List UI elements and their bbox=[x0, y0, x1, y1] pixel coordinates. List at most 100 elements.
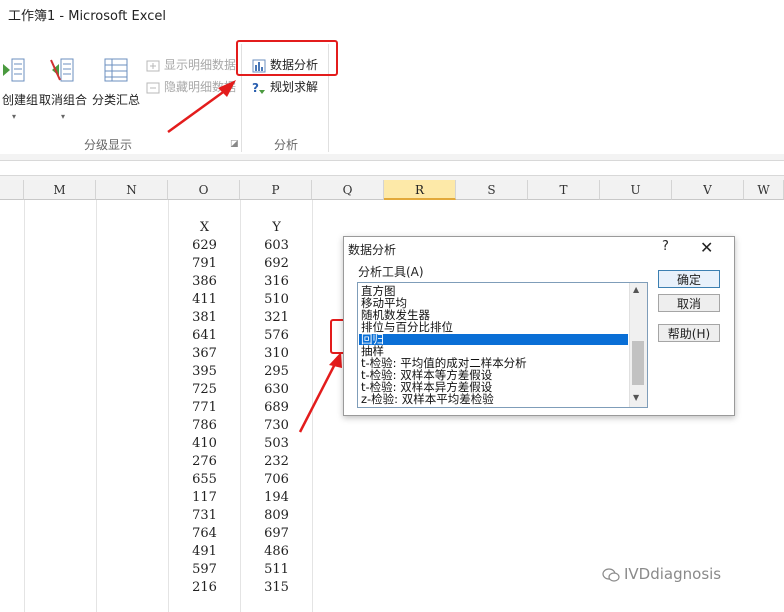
cell-x-value[interactable]: 276 bbox=[169, 453, 240, 471]
solver-label: 规划求解 bbox=[270, 80, 319, 94]
cell-x-value[interactable]: 786 bbox=[169, 417, 240, 435]
formula-bar-area bbox=[0, 154, 784, 180]
hide-detail-button[interactable]: 隐藏明细数据 bbox=[146, 78, 236, 96]
group-button[interactable]: 创建组 ▾ bbox=[0, 56, 38, 121]
column-header-r[interactable]: R bbox=[384, 180, 456, 200]
hide-detail-label: 隐藏明细数据 bbox=[164, 80, 237, 94]
ungroup-label: 取消组合 bbox=[38, 93, 87, 107]
help-icon[interactable]: ? bbox=[662, 239, 669, 254]
cell-y-value[interactable]: 321 bbox=[241, 309, 312, 327]
chevron-down-icon: ▾ bbox=[11, 112, 16, 121]
column-header-v[interactable]: V bbox=[672, 180, 744, 200]
analysis-group-label: 分析 bbox=[274, 138, 299, 152]
cell-x-value[interactable]: 216 bbox=[169, 579, 240, 597]
hide-detail-icon bbox=[146, 82, 160, 93]
cell-y-value[interactable]: 730 bbox=[241, 417, 312, 435]
cell-x-value[interactable]: 629 bbox=[169, 237, 240, 255]
group-label: 创建组 bbox=[1, 93, 38, 107]
cell-y-value[interactable]: 689 bbox=[241, 399, 312, 417]
cell-x-value[interactable]: 395 bbox=[169, 363, 240, 381]
column-header-n[interactable]: N bbox=[96, 180, 168, 200]
data-analysis-dialog: 数据分析 ? ✕ 分析工具(A) 直方图 移动平均 随机数发生器 排位与百分比排… bbox=[343, 236, 735, 416]
subtotal-icon bbox=[104, 58, 128, 82]
ribbon: 创建组 ▾ 取消组合 ▾ 分类汇总 显示明细数据 隐藏明细数据 分级显示 ◪ 数… bbox=[0, 36, 784, 155]
window-title: 工作簿1 - Microsoft Excel bbox=[8, 9, 166, 24]
title-bar: 工作簿1 - Microsoft Excel bbox=[0, 0, 784, 36]
cell-y-value[interactable]: 697 bbox=[241, 525, 312, 543]
column-header-w[interactable]: W bbox=[744, 180, 784, 200]
cell-x-value[interactable]: 367 bbox=[169, 345, 240, 363]
column-header-s[interactable]: S bbox=[456, 180, 528, 200]
cell-y-value[interactable]: 486 bbox=[241, 543, 312, 561]
cell-x-value[interactable]: 597 bbox=[169, 561, 240, 579]
dialog-launcher-icon[interactable]: ◪ bbox=[230, 139, 239, 149]
cell-x-value[interactable]: 381 bbox=[169, 309, 240, 327]
cell-x-value[interactable]: 791 bbox=[169, 255, 240, 273]
svg-text:?: ? bbox=[252, 81, 259, 95]
cell-x-value[interactable]: 410 bbox=[169, 435, 240, 453]
scroll-up-icon[interactable]: ▲ bbox=[633, 285, 639, 294]
cell-y-value[interactable]: 503 bbox=[241, 435, 312, 453]
cell-y-value[interactable]: 194 bbox=[241, 489, 312, 507]
column-header-u[interactable]: U bbox=[600, 180, 672, 200]
show-detail-label: 显示明细数据 bbox=[164, 58, 237, 72]
cell-x-value[interactable]: 764 bbox=[169, 525, 240, 543]
solver-icon: ? bbox=[252, 81, 265, 95]
cell-y-value[interactable]: 315 bbox=[241, 579, 312, 597]
analysis-tools-list[interactable]: 直方图 移动平均 随机数发生器 排位与百分比排位 回归 抽样 t-检验: 平均值… bbox=[357, 282, 648, 408]
cell-y-value[interactable]: 316 bbox=[241, 273, 312, 291]
cell-y-value[interactable]: 692 bbox=[241, 255, 312, 273]
gridline bbox=[312, 200, 313, 612]
cancel-button[interactable]: 取消 bbox=[658, 294, 720, 312]
column-header-q[interactable]: Q bbox=[312, 180, 384, 200]
cell-x-value[interactable]: 771 bbox=[169, 399, 240, 417]
column-header-p[interactable]: P bbox=[240, 180, 312, 200]
watermark-text: IVDdiagnosis bbox=[624, 565, 722, 583]
cell-y-value[interactable]: 630 bbox=[241, 381, 312, 399]
cell-y-value[interactable]: 510 bbox=[241, 291, 312, 309]
analysis-tools-label: 分析工具(A) bbox=[358, 265, 424, 279]
cell-x-value[interactable]: 491 bbox=[169, 543, 240, 561]
ungroup-button[interactable]: 取消组合 ▾ bbox=[38, 56, 88, 121]
cell-x-value[interactable]: 117 bbox=[169, 489, 240, 507]
cell-y-value[interactable]: 603 bbox=[241, 237, 312, 255]
data-analysis-callout bbox=[236, 40, 338, 76]
formula-bar[interactable] bbox=[0, 160, 784, 176]
cell-y-value[interactable]: 310 bbox=[241, 345, 312, 363]
subtotal-button[interactable]: 分类汇总 bbox=[90, 56, 142, 108]
scroll-thumb[interactable] bbox=[632, 341, 644, 385]
cell-x-value[interactable]: 725 bbox=[169, 381, 240, 399]
cell-header-y[interactable]: Y bbox=[241, 219, 312, 237]
cell-y-value[interactable]: 232 bbox=[241, 453, 312, 471]
list-item[interactable]: z-检验: 双样本平均差检验 bbox=[361, 393, 494, 405]
arrowhead bbox=[329, 352, 342, 368]
cell-x-value[interactable]: 655 bbox=[169, 471, 240, 489]
gridline bbox=[24, 200, 25, 612]
column-header-m[interactable]: M bbox=[24, 180, 96, 200]
close-icon[interactable]: ✕ bbox=[700, 238, 713, 257]
scroll-down-icon[interactable]: ▼ bbox=[633, 393, 639, 402]
cell-y-value[interactable]: 706 bbox=[241, 471, 312, 489]
show-detail-icon bbox=[146, 60, 160, 71]
watermark: IVDdiagnosis bbox=[602, 565, 721, 583]
ok-button[interactable]: 确定 bbox=[658, 270, 720, 288]
cell-x-value[interactable]: 641 bbox=[169, 327, 240, 345]
cell-y-value[interactable]: 511 bbox=[241, 561, 312, 579]
wechat-icon bbox=[602, 567, 620, 582]
cell-y-value[interactable]: 576 bbox=[241, 327, 312, 345]
chevron-down-icon: ▾ bbox=[60, 112, 65, 121]
cell-y-value[interactable]: 809 bbox=[241, 507, 312, 525]
cell-x-value[interactable]: 731 bbox=[169, 507, 240, 525]
outline-group-label: 分级显示 bbox=[84, 138, 133, 152]
column-header-o[interactable]: O bbox=[168, 180, 240, 200]
cell-x-value[interactable]: 411 bbox=[169, 291, 240, 309]
cell-x-value[interactable]: 386 bbox=[169, 273, 240, 291]
cell-header-x[interactable]: X bbox=[169, 219, 240, 237]
show-detail-button[interactable]: 显示明细数据 bbox=[146, 56, 236, 74]
solver-button[interactable]: ? 规划求解 bbox=[252, 78, 318, 96]
cell-y-value[interactable]: 295 bbox=[241, 363, 312, 381]
help-button[interactable]: 帮助(H) bbox=[658, 324, 720, 342]
corner-header[interactable] bbox=[0, 180, 24, 200]
column-header-t[interactable]: T bbox=[528, 180, 600, 200]
list-scrollbar[interactable]: ▲ ▼ bbox=[629, 283, 647, 407]
